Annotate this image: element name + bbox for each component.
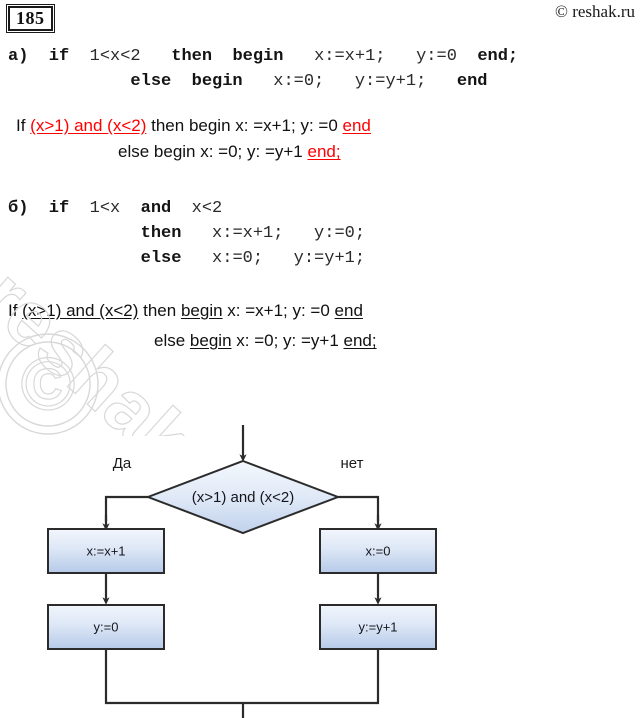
answer-line-a-1: If (x>1) and (x<2) then begin x: =x+1; y… <box>8 113 371 139</box>
page-number-box: 185 <box>6 4 55 33</box>
branch-label-no: нет <box>341 455 364 472</box>
code-line: then x:=x+1; y:=0; <box>8 221 365 246</box>
answer-text: else begin x: =0; y: =y+1 <box>118 142 308 161</box>
copyright-notice: © reshak.ru <box>555 2 635 21</box>
code-keyword: end <box>456 72 488 91</box>
flow-line-yes <box>104 495 148 521</box>
code-expression: x<2 <box>191 199 223 218</box>
code-block-a: а) if 1<x<2 then begin x:=x+1; y:=0 end;… <box>8 44 518 94</box>
code-keyword: else <box>8 249 192 268</box>
answer-highlight: end <box>334 301 363 320</box>
answer-text: If <box>16 116 31 135</box>
answer-highlight: (x>1) and (x<2) <box>30 116 147 135</box>
code-keyword: if <box>28 47 90 66</box>
answer-text: x: =0; y: =y+1 <box>231 331 344 350</box>
answer-highlight: end; <box>307 142 341 161</box>
answer-highlight: begin <box>189 331 232 350</box>
decision-condition-label: (x>1) and (x<2) <box>192 489 295 506</box>
flow-merge-line <box>104 649 380 705</box>
code-keyword: end; <box>477 47 519 66</box>
code-keyword: if <box>28 199 90 218</box>
process-box-yes-2-label: y:=0 <box>94 619 119 634</box>
answer-text: then <box>138 301 181 320</box>
answer-text: If <box>8 301 23 320</box>
code-line: б) if 1<x and x<2 <box>8 196 365 221</box>
code-keyword: а) <box>8 47 29 66</box>
code-expression: x:=x+1; y:=0 <box>293 47 478 66</box>
code-expression: x:=0; y:=y+1; <box>191 249 366 268</box>
watermark-copyright-symbol: © <box>21 343 76 426</box>
code-expression: x:=0; y:=y+1; <box>252 72 457 91</box>
answer-highlight: end <box>342 116 371 135</box>
flow-line-no <box>338 495 380 521</box>
code-keyword: then begin <box>140 47 294 66</box>
code-keyword: and <box>120 199 192 218</box>
answer-highlight: begin <box>180 301 223 320</box>
answer-highlight: end; <box>343 331 377 350</box>
answer-text: else <box>154 331 190 350</box>
watermark-ring-inner <box>5 341 91 427</box>
answer-text: x: =x+1; y: =0 <box>222 301 335 320</box>
code-expression: 1<x<2 <box>89 47 141 66</box>
code-line: а) if 1<x<2 then begin x:=x+1; y:=0 end; <box>8 44 518 69</box>
code-line: else x:=0; y:=y+1; <box>8 246 365 271</box>
code-expression: x:=x+1; y:=0; <box>191 224 366 243</box>
code-block-b: б) if 1<x and x<2 then x:=x+1; y:=0; els… <box>8 196 365 271</box>
process-box-yes-1-label: x:=x+1 <box>86 543 125 558</box>
process-box-no-1-label: x:=0 <box>366 543 391 558</box>
branch-label-yes: Да <box>113 455 132 472</box>
answer-line-b-2: else begin x: =0; y: =y+1 end; <box>4 328 377 354</box>
code-keyword: else begin <box>8 72 253 91</box>
page-number: 185 <box>8 6 53 31</box>
code-expression: 1<x <box>89 199 121 218</box>
code-line: else begin x:=0; y:=y+1; end <box>8 69 518 94</box>
answer-highlight: (x>1) and (x<2) <box>22 301 139 320</box>
code-keyword: then <box>8 224 192 243</box>
answer-line-b-1: If (x>1) and (x<2) then begin x: =x+1; y… <box>4 298 363 324</box>
answer-text: then begin x: =x+1; y: =0 <box>146 116 343 135</box>
answer-line-a-2: else begin x: =0; y: =y+1 end; <box>8 139 341 165</box>
process-box-no-2-label: y:=y+1 <box>358 619 397 634</box>
flowchart-diagram: (x>1) and (x<2) Да нет x:=x+1 y:=0 x:=0 … <box>0 415 643 718</box>
code-keyword: б) <box>8 199 29 218</box>
